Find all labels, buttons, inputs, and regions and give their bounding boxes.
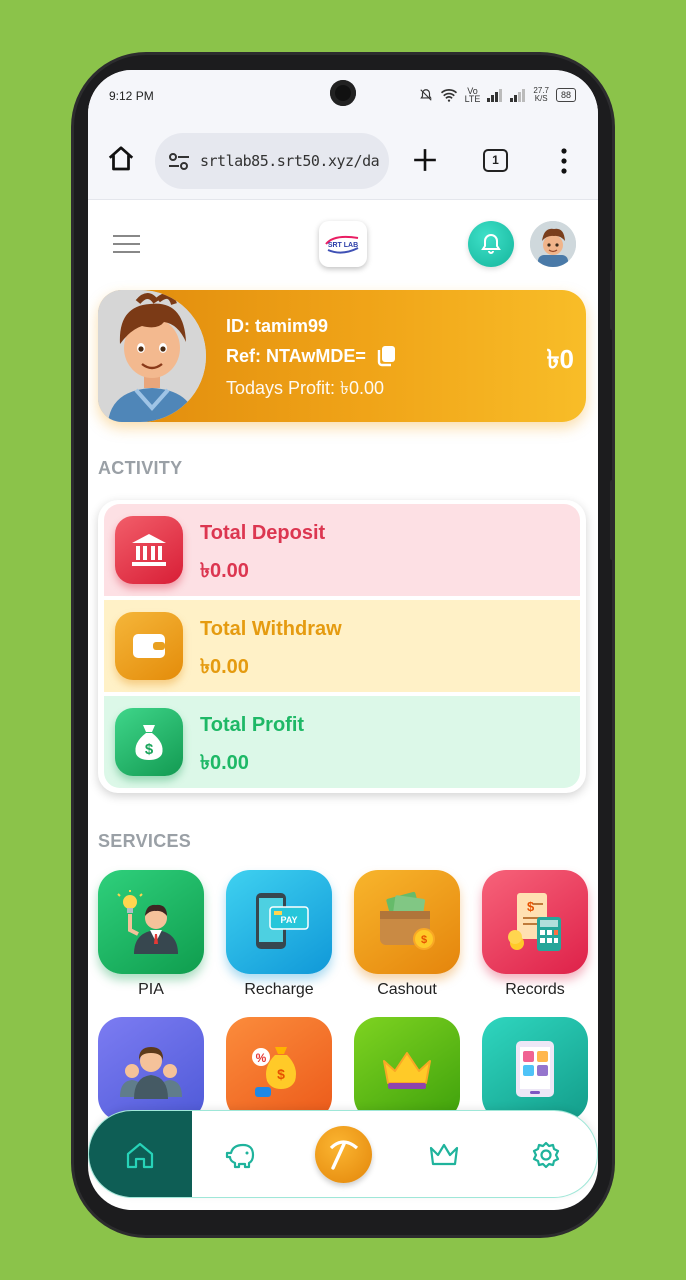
service-pia-button[interactable] <box>98 870 204 974</box>
service-apps-button[interactable] <box>482 1017 588 1121</box>
service-pia-label[interactable]: PIA <box>91 981 211 999</box>
referral-text: Ref: NTAwMDE= <box>226 345 366 366</box>
activity-title: ACTIVITY <box>98 458 183 478</box>
bill-calculator-icon: $ <box>508 893 561 951</box>
app-logo[interactable]: SRT LAB <box>319 221 367 267</box>
tab-count-button[interactable]: 1 <box>483 149 508 172</box>
notification-bell-button[interactable] <box>468 221 514 267</box>
service-offers-button[interactable]: $ % <box>226 1017 332 1121</box>
nav-settings-tab[interactable] <box>516 1111 576 1197</box>
logo-icon: SRT LAB <box>325 235 359 254</box>
crown-nav-icon <box>429 1143 459 1166</box>
user-id: ID: tamim99 <box>226 316 329 336</box>
bank-icon <box>115 516 183 584</box>
crown-icon <box>383 1052 431 1089</box>
service-records-button[interactable]: $ <box>482 870 588 974</box>
services-title: SERVICES <box>98 831 192 851</box>
todays-profit: Todays Profit: ৳0.00 <box>226 378 385 398</box>
service-vip-button[interactable] <box>354 1017 460 1121</box>
total-deposit-row[interactable]: Total Deposit ৳0.00 <box>104 504 580 596</box>
browser-home-icon[interactable] <box>106 144 136 174</box>
volume-button <box>610 270 615 330</box>
profile-avatar <box>98 290 206 422</box>
copy-icon[interactable] <box>376 345 396 367</box>
total-withdraw-row[interactable]: Total Withdraw ৳0.00 <box>104 600 580 692</box>
power-button <box>610 480 615 560</box>
mute-bell-icon <box>419 89 432 101</box>
total-deposit-label: Total Deposit <box>200 522 326 544</box>
address-bar[interactable]: srtlab85.srt50.xyz/dashboard <box>155 133 389 189</box>
service-recharge-button[interactable]: PAY <box>226 870 332 974</box>
front-camera <box>330 80 356 106</box>
bell-icon <box>481 233 501 254</box>
signal-icon-2 <box>510 88 526 102</box>
profile-card: ID: tamim99 Ref: NTAwMDE= Todays Profit:… <box>98 290 586 422</box>
url-text[interactable]: srtlab85.srt50.xyz/dashboard <box>200 152 380 170</box>
status-bar: 9:12 PM Vo LTE 27.7 K/S 88 <box>88 70 598 125</box>
net-speed: 27.7 K/S <box>533 86 549 103</box>
nav-vip-tab[interactable] <box>414 1111 474 1197</box>
browser-toolbar: srtlab85.srt50.xyz/dashboard 1 <box>88 125 598 200</box>
user-avatar[interactable] <box>530 221 576 267</box>
nav-mining-button[interactable] <box>315 1126 372 1183</box>
more-menu-icon[interactable] <box>556 147 572 175</box>
discount-bag-icon: $ % <box>252 1047 296 1097</box>
money-bag-icon: $ <box>115 708 183 776</box>
total-profit-label: Total Profit <box>200 714 305 736</box>
status-icons: Vo LTE 27.7 K/S 88 <box>419 86 576 104</box>
avatar-illustration <box>530 221 576 267</box>
phone-screen: 9:12 PM Vo LTE 27.7 K/S 88 srtlab85.srt50.… <box>88 70 598 1210</box>
svg-text:$: $ <box>145 741 154 758</box>
service-records-label[interactable]: Records <box>475 981 595 999</box>
service-recharge-label[interactable]: Recharge <box>219 981 339 999</box>
total-withdraw-label: Total Withdraw <box>200 618 342 640</box>
total-deposit-value: ৳0.00 <box>200 560 249 582</box>
bottom-navigation <box>88 1110 598 1198</box>
svg-text:$: $ <box>421 934 427 946</box>
home-icon <box>126 1142 154 1169</box>
total-profit-row[interactable]: $ Total Profit ৳0.00 <box>104 696 580 788</box>
team-icon <box>120 1047 182 1099</box>
activity-panel: Total Deposit ৳0.00 Total Withdraw ৳0.00… <box>98 500 586 793</box>
businessman-idea-icon <box>117 890 178 954</box>
service-team-button[interactable] <box>98 1017 204 1121</box>
signal-icon <box>487 88 503 102</box>
svg-text:%: % <box>256 1051 267 1065</box>
volte-indicator: Vo LTE <box>464 86 481 104</box>
service-cashout-label[interactable]: Cashout <box>347 981 467 999</box>
app-grid-icon <box>516 1041 554 1097</box>
piggy-bank-icon <box>225 1143 255 1169</box>
settings-icon <box>532 1141 560 1169</box>
total-profit-value: ৳0.00 <box>200 752 249 774</box>
nav-home-tab[interactable] <box>89 1111 192 1197</box>
status-time: 9:12 PM <box>109 89 154 103</box>
nav-savings-tab[interactable] <box>211 1111 271 1197</box>
battery-indicator: 88 <box>555 88 576 102</box>
svg-text:$: $ <box>527 899 535 914</box>
app-header: SRT LAB <box>88 201 598 289</box>
total-withdraw-value: ৳0.00 <box>200 656 249 678</box>
cash-wallet-icon: $ <box>380 891 435 950</box>
service-cashout-button[interactable]: $ <box>354 870 460 974</box>
svg-text:SRT LAB: SRT LAB <box>328 242 358 249</box>
balance: ৳0 <box>546 344 574 374</box>
new-tab-icon[interactable] <box>412 147 438 173</box>
phone-pay-icon: PAY <box>256 893 309 949</box>
hamburger-menu-icon[interactable] <box>113 235 140 253</box>
svg-text:$: $ <box>277 1066 285 1082</box>
wallet-icon <box>115 612 183 680</box>
wifi-icon <box>440 89 457 102</box>
svg-text:PAY: PAY <box>280 915 297 925</box>
pickaxe-icon <box>329 1139 358 1170</box>
profile-avatar-illustration <box>98 290 206 422</box>
site-settings-icon[interactable] <box>167 152 191 172</box>
referral-code: Ref: NTAwMDE= <box>226 345 396 367</box>
